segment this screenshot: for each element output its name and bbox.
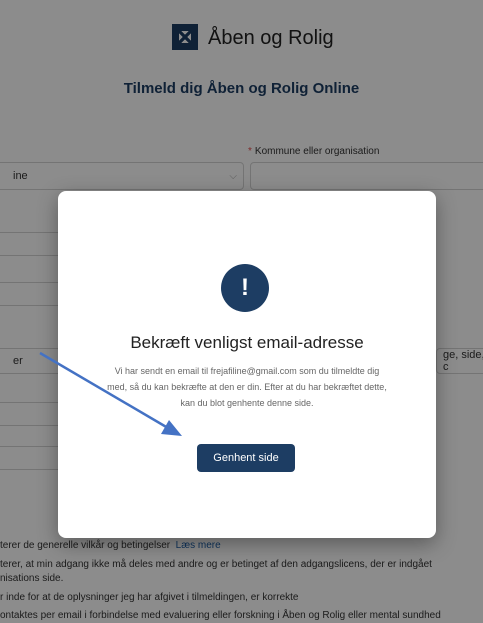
modal-message: Vi har sendt en email til frejafiline@gm…	[107, 366, 387, 408]
exclamation-icon: !	[221, 264, 269, 312]
reload-page-button[interactable]: Genhent side	[197, 444, 295, 472]
email-confirm-modal: ! Bekræft venligst email-adresse Vi har …	[58, 191, 436, 538]
modal-title: Bekræft venligst email-adresse	[130, 333, 364, 352]
